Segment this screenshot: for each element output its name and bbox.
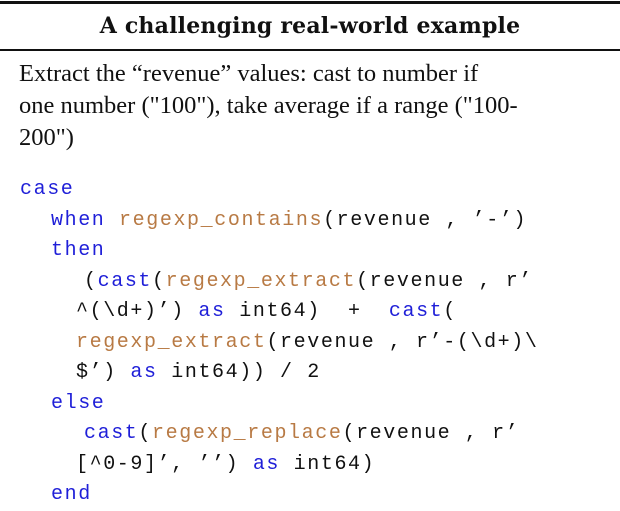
code-text: (revenue , r’ bbox=[342, 422, 520, 445]
code-line: end bbox=[0, 480, 620, 511]
code-text: ^(\d+)’) bbox=[76, 300, 199, 323]
description-line: Extract the “revenue” values: cast to nu… bbox=[19, 60, 479, 87]
sql-function-name: regexp_extract bbox=[165, 269, 357, 293]
code-text: ( bbox=[152, 269, 166, 293]
code-text: (revenue , r’ bbox=[356, 269, 533, 293]
sql-keyword: when bbox=[51, 208, 106, 232]
sql-keyword: cast bbox=[97, 269, 153, 293]
table-top-rule bbox=[0, 1, 620, 4]
task-description: Extract the “revenue” values: cast to nu… bbox=[19, 58, 609, 154]
code-line: ^(\d+)’) as int64) + cast( bbox=[0, 297, 620, 328]
table-header-rule bbox=[0, 49, 620, 51]
sql-keyword: end bbox=[51, 483, 92, 506]
sql-keyword: else bbox=[51, 391, 106, 415]
code-line: (cast(regexp_extract(revenue , r’ bbox=[0, 267, 620, 298]
sql-keyword: as bbox=[130, 361, 158, 384]
code-text: ( bbox=[84, 269, 98, 293]
sql-keyword: cast bbox=[388, 300, 444, 323]
code-line: regexp_extract(revenue , r’-(\d+)\ bbox=[0, 328, 620, 359]
code-line: when regexp_contains(revenue , ’-’) bbox=[0, 206, 620, 237]
sql-keyword: cast bbox=[84, 422, 139, 445]
code-text: int64)) / 2 bbox=[157, 361, 321, 384]
sql-code-block: case when regexp_contains(revenue , ’-’) t… bbox=[0, 175, 620, 511]
sql-function-name: regexp_contains bbox=[119, 208, 324, 232]
sql-keyword: then bbox=[51, 239, 106, 262]
code-line: else bbox=[0, 389, 620, 420]
code-line: case bbox=[0, 175, 620, 206]
code-text: int64) bbox=[280, 452, 376, 476]
code-line: $’) as int64)) / 2 bbox=[0, 358, 620, 389]
code-text: [^0-9]’, ’’) bbox=[76, 452, 253, 476]
code-text: (revenue , r’-(\d+)\ bbox=[266, 330, 539, 354]
sql-keyword: case bbox=[20, 178, 75, 201]
sql-keyword: as bbox=[198, 300, 226, 323]
code-text: $’) bbox=[76, 361, 131, 384]
code-line: cast(regexp_replace(revenue , r’ bbox=[0, 419, 620, 450]
description-line: 200") bbox=[19, 124, 74, 151]
code-text: int64) + bbox=[225, 300, 389, 323]
description-line: one number ("100"), take average if a ra… bbox=[19, 92, 518, 119]
code-text: (revenue , ’-’) bbox=[323, 208, 528, 232]
sql-function-name: regexp_replace bbox=[152, 422, 343, 445]
table-title: A challenging real-world example bbox=[99, 13, 521, 39]
code-text: ( bbox=[138, 422, 153, 445]
code-line: then bbox=[0, 236, 620, 267]
sql-function-name: regexp_extract bbox=[76, 330, 267, 354]
code-line: [^0-9]’, ’’) as int64) bbox=[0, 450, 620, 481]
sql-keyword: as bbox=[252, 452, 281, 476]
code-text: ( bbox=[443, 300, 457, 323]
